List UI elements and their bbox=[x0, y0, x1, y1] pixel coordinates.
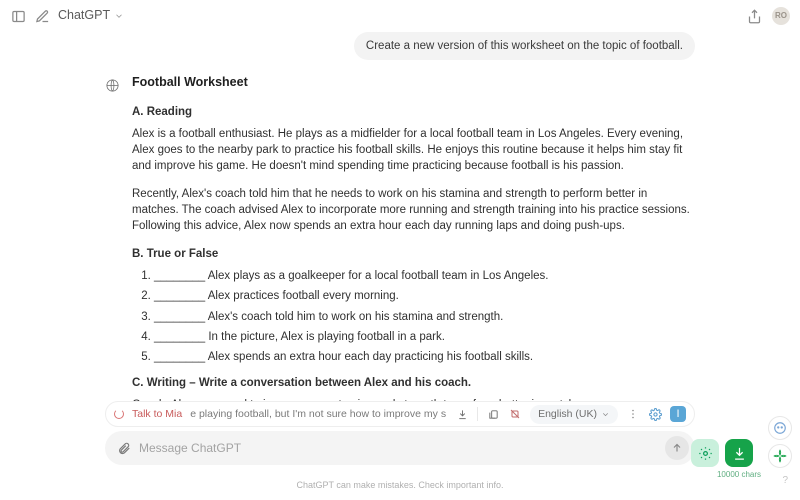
new-chat-icon[interactable] bbox=[34, 8, 50, 24]
save-pill-button[interactable]: 10000 chars bbox=[725, 439, 753, 467]
chars-label: 10000 chars bbox=[717, 469, 761, 480]
app-title: ChatGPT bbox=[58, 7, 110, 25]
footer-disclaimer: ChatGPT can make mistakes. Check importa… bbox=[0, 479, 800, 492]
share-icon[interactable] bbox=[746, 8, 762, 24]
list-item: ________ Alex spends an extra hour each … bbox=[154, 349, 695, 365]
worksheet-title: Football Worksheet bbox=[132, 74, 695, 92]
send-button[interactable] bbox=[665, 436, 689, 460]
reading-p1: Alex is a football enthusiast. He plays … bbox=[132, 126, 695, 174]
true-false-list: ________ Alex plays as a goalkeeper for … bbox=[132, 268, 695, 364]
section-a-heading: A. Reading bbox=[132, 104, 695, 120]
chat-scroll: Create a new version of this worksheet o… bbox=[0, 24, 800, 416]
download-small-icon[interactable] bbox=[455, 407, 469, 421]
user-message: Create a new version of this worksheet o… bbox=[354, 32, 695, 60]
message-placeholder: Message ChatGPT bbox=[139, 440, 241, 457]
message-input[interactable]: Message ChatGPT bbox=[105, 431, 695, 465]
list-item: ________ Alex practices football every m… bbox=[154, 288, 695, 304]
list-item: ________ In the picture, Alex is playing… bbox=[154, 329, 695, 345]
settings-pill-button[interactable] bbox=[691, 439, 719, 467]
model-picker[interactable]: ChatGPT bbox=[58, 7, 124, 25]
list-item: ________ Alex plays as a goalkeeper for … bbox=[154, 268, 695, 284]
context-snippet: e playing football, but I'm not sure how… bbox=[190, 407, 447, 422]
section-b-heading: B. True or False bbox=[132, 246, 695, 262]
clipboard-icon[interactable] bbox=[486, 407, 500, 421]
attachment-icon[interactable] bbox=[117, 441, 131, 455]
section-c-heading: C. Writing – Write a conversation betwee… bbox=[132, 375, 695, 391]
language-label: English (UK) bbox=[538, 407, 597, 422]
chevron-down-icon bbox=[601, 410, 610, 419]
bottom-area: Talk to Mia e playing football, but I'm … bbox=[0, 401, 800, 500]
assistant-widget-button[interactable] bbox=[768, 416, 792, 440]
strike-icon[interactable] bbox=[508, 407, 522, 421]
app-widget-button[interactable] bbox=[768, 444, 792, 468]
talk-to-mia-button[interactable]: Talk to Mia bbox=[132, 407, 182, 422]
loading-spinner-icon bbox=[114, 409, 124, 419]
extension-bar: Talk to Mia e playing football, but I'm … bbox=[105, 401, 695, 427]
divider bbox=[477, 407, 478, 421]
list-item: ________ Alex's coach told him to work o… bbox=[154, 309, 695, 325]
cursor-chip-icon[interactable]: I bbox=[670, 406, 686, 422]
avatar[interactable]: RO bbox=[772, 7, 790, 25]
sidebar-toggle-icon[interactable] bbox=[10, 8, 26, 24]
more-vertical-icon[interactable] bbox=[626, 407, 640, 421]
gear-icon[interactable] bbox=[648, 407, 662, 421]
reading-p2: Recently, Alex's coach told him that he … bbox=[132, 186, 695, 234]
assistant-message: Football Worksheet A. Reading Alex is a … bbox=[105, 74, 695, 416]
composer: Message ChatGPT 10000 chars bbox=[105, 431, 695, 465]
assistant-logo-icon bbox=[105, 78, 120, 93]
help-icon[interactable]: ? bbox=[782, 474, 788, 488]
chevron-down-icon bbox=[114, 11, 124, 21]
language-picker[interactable]: English (UK) bbox=[530, 405, 618, 424]
